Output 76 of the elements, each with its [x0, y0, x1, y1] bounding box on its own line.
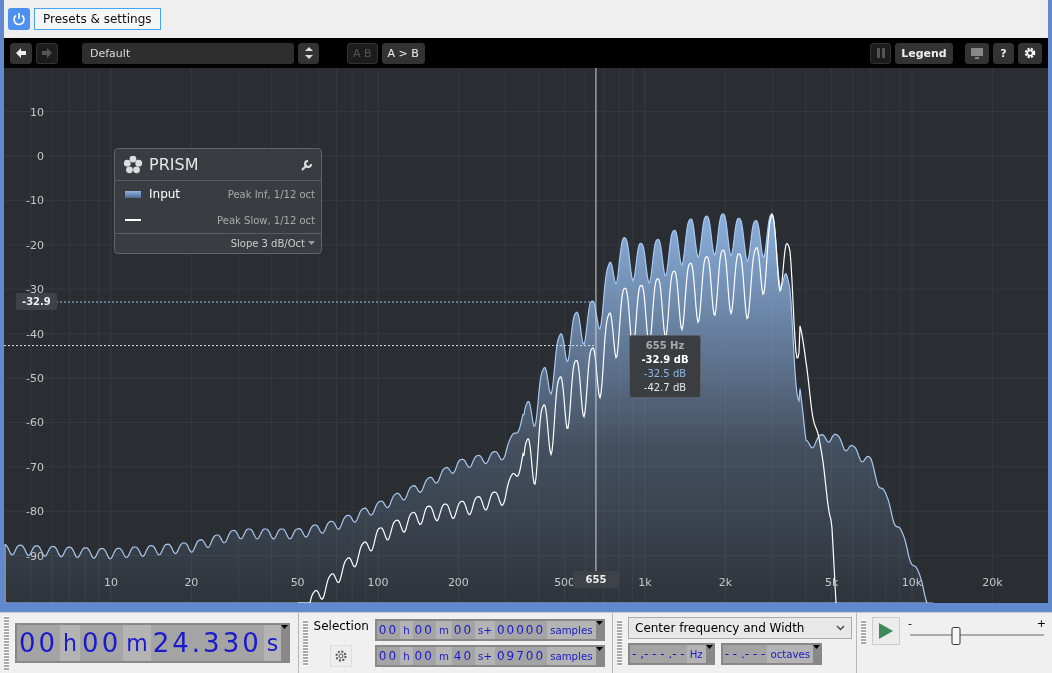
left-arrow-icon [16, 48, 26, 58]
series-detail: Peak Slow, 1/12 oct [217, 214, 315, 226]
axis-label: -50 [26, 372, 44, 385]
axis-label: -70 [26, 460, 44, 474]
dropdown-caret-icon [813, 645, 821, 650]
dropdown-caret-icon [281, 625, 289, 630]
time-display[interactable]: 00 h 00 m 24.330 s [15, 623, 291, 663]
selection-time-field[interactable]: 00 h 00 m 40 s+ 09700 samples [374, 645, 605, 667]
copy-a-to-b-button[interactable]: A > B [381, 42, 425, 64]
axis-label: 1k [638, 576, 652, 589]
pause-icon [876, 48, 885, 58]
axis-label: 20 [184, 576, 199, 589]
selection-label: Selection [313, 619, 369, 633]
settings-icon [334, 649, 349, 663]
tooltip-reading: -32.9 dB [641, 354, 689, 365]
axis-label: 20k [982, 576, 1003, 589]
toolbar-grip[interactable] [861, 620, 866, 644]
up-down-icon [303, 47, 314, 59]
axis-label: -90 [26, 549, 44, 563]
axis-label: 200 [447, 576, 469, 589]
value-badge: -32.9 [16, 293, 57, 311]
series-detail: Peak Inf, 1/12 oct [227, 188, 315, 200]
display-button[interactable] [965, 42, 989, 64]
caret-icon [308, 241, 315, 246]
dropdown-caret-icon [595, 647, 603, 652]
power-icon [12, 12, 26, 26]
right-arrow-icon [42, 48, 52, 58]
selection-settings-button[interactable] [330, 645, 353, 667]
help-button[interactable]: ? [993, 42, 1014, 64]
frequency-field[interactable]: - ,- - - .- - Hz [628, 643, 715, 665]
prism-logo-icon [123, 155, 143, 174]
legend-title: PRISM [149, 155, 200, 174]
tooltip-frequency: 655 Hz [645, 340, 685, 351]
settings-button[interactable] [1018, 42, 1042, 64]
preset-field[interactable]: Default [82, 42, 294, 64]
toolbar-grip[interactable] [617, 620, 622, 666]
toolbar-grip[interactable] [4, 616, 9, 670]
plus-label: + [1036, 617, 1046, 630]
axis-label: -10 [26, 194, 44, 208]
settings-icon [1024, 47, 1036, 59]
slope-dropdown[interactable]: Slope 3 dB/Oct [115, 233, 321, 253]
dropdown-caret-icon [595, 621, 603, 626]
tooltip-reading: -42.7 dB [643, 382, 687, 393]
axis-label: 2k [718, 576, 733, 589]
frequency-badge: 655 [572, 571, 619, 588]
toolbar-grip[interactable] [302, 620, 308, 666]
series-swatch [125, 190, 141, 198]
axis-label: -80 [26, 505, 44, 519]
playback-slider[interactable]: - + [906, 617, 1048, 647]
axis-label: 10 [104, 576, 118, 589]
slider-thumb[interactable] [951, 627, 961, 645]
play-icon [879, 623, 893, 639]
axis-label: 100 [367, 576, 389, 589]
series-label: Input [149, 187, 181, 201]
minus-label: - [908, 617, 912, 630]
tooltip-reading: -32.5 dB [643, 368, 687, 379]
selection-time-field[interactable]: 00 h 00 m 00 s+ 00000 samples [374, 619, 605, 641]
spectral-mode-dropdown[interactable]: Center frequency and Width [628, 617, 852, 639]
preset-stepper[interactable] [298, 42, 319, 64]
axis-label: 50 [290, 576, 305, 589]
power-button[interactable] [8, 8, 30, 30]
undo-button[interactable] [10, 42, 32, 64]
width-field[interactable]: - - .- - - octaves [720, 643, 823, 665]
chevron-down-icon [836, 625, 845, 631]
axis-label: -20 [26, 238, 44, 252]
wrench-icon[interactable] [301, 158, 313, 171]
axis-label: 10 [30, 105, 44, 119]
legend-button[interactable]: Legend [895, 42, 953, 64]
dropdown-caret-icon [705, 645, 713, 650]
axis-label: -40 [26, 327, 44, 341]
axis-label: 10k [901, 576, 923, 589]
monitor-icon [971, 47, 983, 59]
axis-label: 0 [37, 150, 44, 163]
presets-settings-button[interactable]: Presets & settings [34, 8, 161, 30]
play-button[interactable] [872, 617, 900, 645]
axis-label: -60 [26, 416, 44, 430]
